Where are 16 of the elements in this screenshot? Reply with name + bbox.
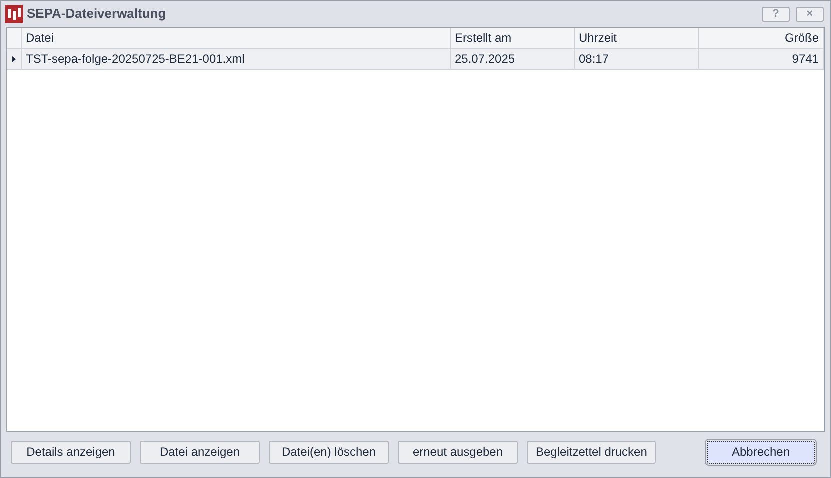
app-logo-icon bbox=[5, 5, 23, 23]
cancel-button[interactable]: Abbrechen bbox=[707, 440, 815, 464]
column-header[interactable]: Uhrzeit bbox=[575, 28, 699, 48]
column-header[interactable]: Größe bbox=[699, 28, 824, 48]
action-button[interactable]: Details anzeigen bbox=[11, 440, 131, 464]
table-cell: 9741 bbox=[699, 49, 824, 69]
action-button[interactable]: erneut ausgeben bbox=[398, 440, 518, 464]
table-cell: TST-sepa-folge-20250725-BE21-001.xml bbox=[22, 49, 451, 69]
column-header[interactable]: Erstellt am bbox=[451, 28, 575, 48]
action-button[interactable]: Datei anzeigen bbox=[140, 440, 260, 464]
action-button[interactable]: Begleitzettel drucken bbox=[527, 440, 656, 464]
column-header[interactable]: Datei bbox=[22, 28, 451, 48]
table-cell: 25.07.2025 bbox=[451, 49, 575, 69]
action-button[interactable]: Datei(en) löschen bbox=[269, 440, 389, 464]
table-cell: 08:17 bbox=[575, 49, 699, 69]
window-title: SEPA-Dateiverwaltung bbox=[27, 5, 166, 24]
